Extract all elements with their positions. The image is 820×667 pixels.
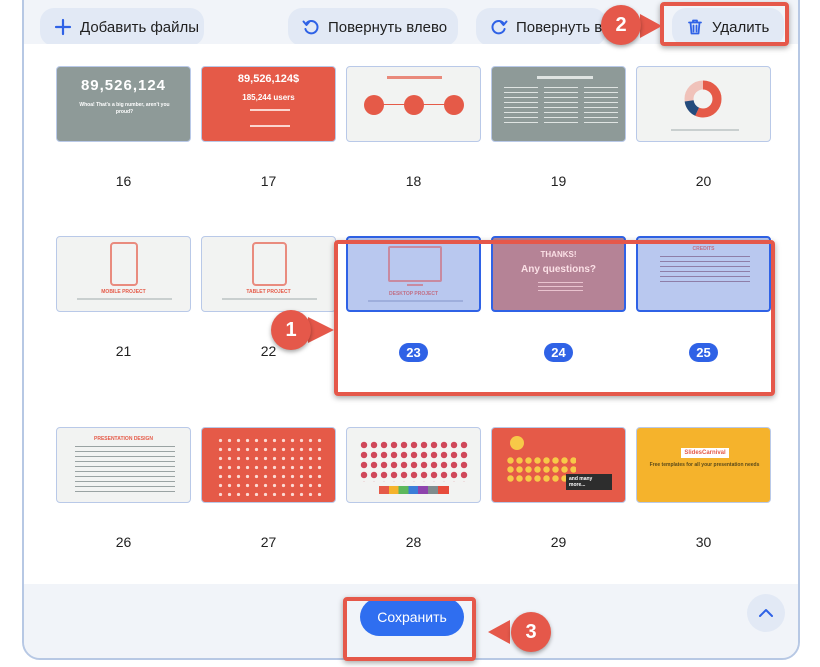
page-thumbnail[interactable] bbox=[346, 427, 481, 503]
page-number: 26 bbox=[115, 534, 132, 550]
thumb-caption bbox=[671, 129, 739, 131]
callout-pointer-1 bbox=[308, 317, 334, 343]
page-number: 29 bbox=[550, 534, 567, 550]
tablet-mockup bbox=[252, 242, 287, 286]
page-thumbnail[interactable]: TABLET PROJECT bbox=[201, 236, 336, 312]
page-number: 20 bbox=[695, 173, 712, 189]
rotate-right-icon bbox=[491, 19, 508, 35]
page-thumbnail[interactable]: and many more... bbox=[491, 427, 626, 503]
rotate-left-button[interactable]: Повернуть влево bbox=[288, 8, 458, 46]
thumb-subtitle: Free templates for all your presentation… bbox=[649, 462, 760, 468]
page-number: 18 bbox=[405, 173, 422, 189]
thumb-caption bbox=[77, 298, 172, 300]
thumb-heading bbox=[387, 76, 442, 79]
page-number: 19 bbox=[550, 173, 567, 189]
phone-mockup bbox=[110, 242, 138, 286]
thumb-circle bbox=[404, 95, 424, 115]
page-thumbnail[interactable] bbox=[636, 66, 771, 142]
thumb-circle bbox=[364, 95, 384, 115]
page-number: 30 bbox=[695, 534, 712, 550]
chevron-up-icon bbox=[759, 609, 773, 617]
thumb-lines bbox=[250, 109, 290, 127]
rotate-right-button[interactable]: Повернуть вправо bbox=[476, 8, 606, 46]
callout-box-delete bbox=[660, 2, 789, 46]
emoji-icon bbox=[510, 436, 524, 450]
icon-pattern bbox=[359, 440, 470, 482]
thumb-circle bbox=[444, 95, 464, 115]
thumb-subtitle: Whoa! That's a big number, aren't you pr… bbox=[79, 102, 170, 115]
icon-pattern bbox=[216, 436, 323, 496]
page-thumbnail[interactable] bbox=[346, 66, 481, 142]
page-thumbnail[interactable]: 89,526,124 Whoa! That's a big number, ar… bbox=[56, 66, 191, 142]
page-number: 16 bbox=[115, 173, 132, 189]
add-files-button[interactable]: Добавить файлы bbox=[40, 8, 204, 46]
rotate-left-icon bbox=[302, 19, 319, 35]
page-thumbnail[interactable]: SlidesCarnival Free templates for all yo… bbox=[636, 427, 771, 503]
callout-pointer-3 bbox=[488, 620, 510, 644]
brand-logo: SlidesCarnival bbox=[681, 448, 729, 458]
plus-icon bbox=[54, 18, 72, 36]
page-thumbnail[interactable]: PRESENTATION DESIGN bbox=[56, 427, 191, 503]
thumb-caption bbox=[222, 298, 317, 300]
thumb-subtitle: and many more... bbox=[566, 474, 612, 490]
callout-pointer-2 bbox=[640, 14, 662, 38]
callout-box-save bbox=[343, 597, 476, 661]
thumb-title: 89,526,124$ bbox=[237, 73, 300, 85]
donut-chart-icon bbox=[684, 80, 722, 118]
color-swatches bbox=[379, 486, 449, 494]
thumb-heading bbox=[537, 76, 593, 79]
thumb-title: PRESENTATION DESIGN bbox=[94, 436, 153, 442]
page-thumbnail[interactable] bbox=[491, 66, 626, 142]
scroll-up-button[interactable] bbox=[747, 594, 785, 632]
page-thumbnail[interactable]: MOBILE PROJECT bbox=[56, 236, 191, 312]
thumb-text-block bbox=[584, 87, 618, 127]
callout-badge-2: 2 bbox=[601, 5, 641, 45]
page-number: 21 bbox=[115, 343, 132, 359]
rotate-right-label: Повернуть вправо bbox=[516, 18, 606, 36]
page-number: 28 bbox=[405, 534, 422, 550]
page-thumbnail[interactable]: 89,526,124$ 185,244 users bbox=[201, 66, 336, 142]
thumb-text-block bbox=[544, 87, 578, 127]
thumb-title: TABLET PROJECT bbox=[246, 289, 291, 295]
thumb-text-block bbox=[75, 446, 175, 492]
add-files-label: Добавить файлы bbox=[80, 18, 200, 36]
thumb-text-block bbox=[504, 87, 538, 127]
thumb-title: 89,526,124 bbox=[80, 77, 167, 94]
page-thumbnail[interactable] bbox=[201, 427, 336, 503]
callout-badge-1: 1 bbox=[271, 310, 311, 350]
page-number: 22 bbox=[260, 343, 277, 359]
thumb-subtitle: 185,244 users bbox=[242, 93, 295, 102]
callout-box-selection bbox=[334, 240, 775, 396]
page-number: 27 bbox=[260, 534, 277, 550]
rotate-left-label: Повернуть влево bbox=[328, 18, 448, 36]
callout-badge-3: 3 bbox=[511, 612, 551, 652]
thumb-title: MOBILE PROJECT bbox=[101, 289, 146, 295]
page-number: 17 bbox=[260, 173, 277, 189]
